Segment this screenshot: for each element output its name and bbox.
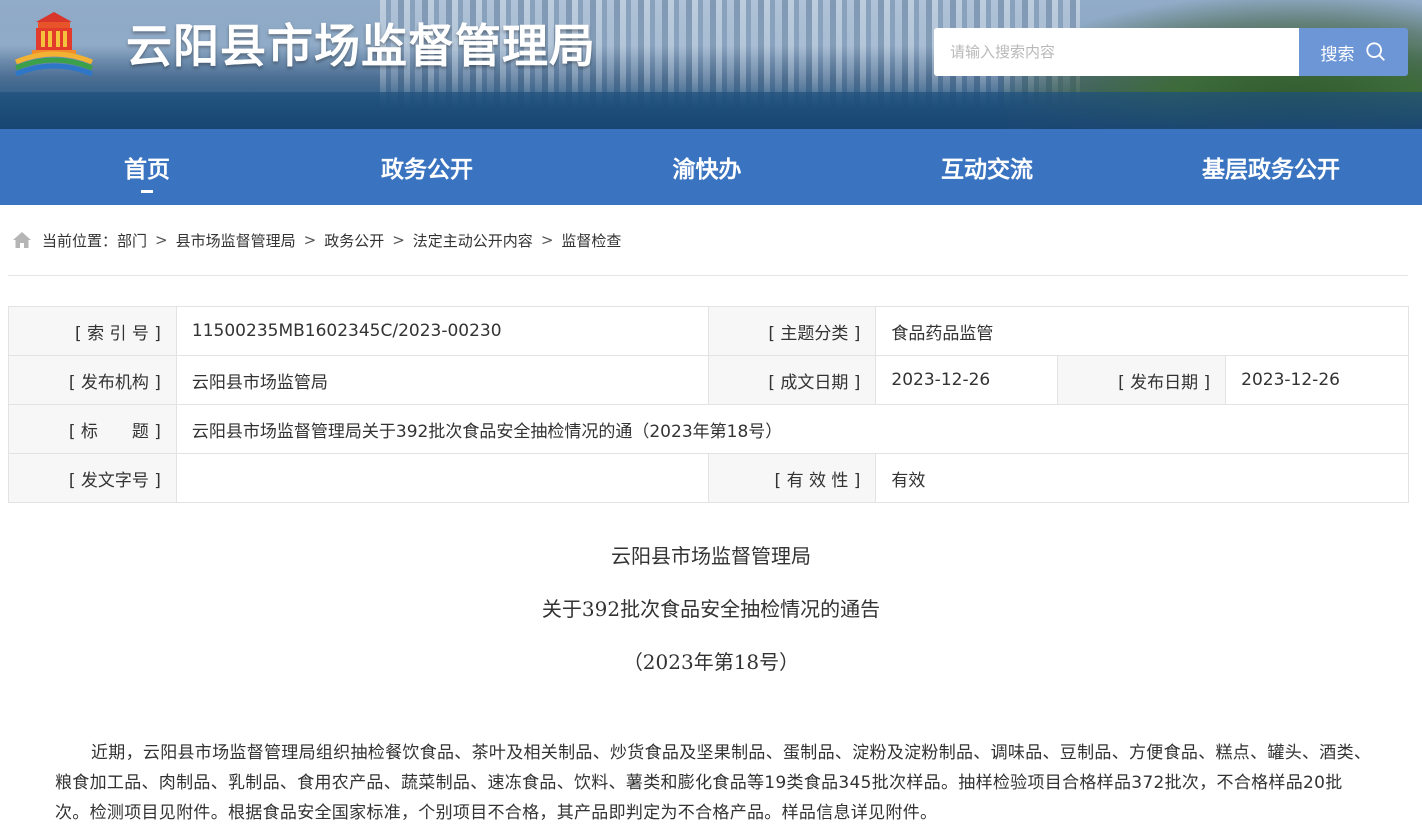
index-number-label: [ 索 引 号 ] — [8, 306, 177, 356]
breadcrumb-separator: > — [155, 231, 168, 249]
article-title-line-3: （2023年第18号） — [622, 650, 800, 674]
subject-category-value: 食品药品监管 — [875, 306, 1409, 356]
published-date-label: [ 发布日期 ] — [1057, 355, 1227, 405]
validity-value: 有效 — [875, 453, 1409, 503]
breadcrumb-item-statutory-disclosure[interactable]: 法定主动公开内容 — [413, 230, 533, 251]
table-row: [ 发文字号 ] [ 有 效 性 ] 有效 — [8, 453, 1409, 503]
table-row: [ 索 引 号 ] 11500235MB1602345C/2023-00230 … — [8, 306, 1409, 356]
validity-label: [ 有 效 性 ] — [707, 453, 877, 503]
banner-river-image — [0, 92, 1422, 129]
document-number-value — [175, 453, 709, 503]
title-label: [ 标 题 ] — [8, 404, 177, 454]
search-input[interactable] — [934, 28, 1299, 76]
breadcrumb-divider — [8, 275, 1408, 276]
search-icon — [1365, 42, 1385, 61]
nav-item-government-affairs[interactable]: 政务公开 — [294, 129, 560, 205]
published-date-value: 2023-12-26 — [1225, 355, 1409, 405]
document-info-table: [ 索 引 号 ] 11500235MB1602345C/2023-00230 … — [8, 306, 1410, 503]
nav-item-yukuaiban[interactable]: 渝快办 — [560, 129, 854, 205]
document-number-label: [ 发文字号 ] — [8, 453, 177, 503]
publisher-value: 云阳县市场监管局 — [175, 355, 709, 405]
created-date-label: [ 成文日期 ] — [707, 355, 877, 405]
created-date-value: 2023-12-26 — [875, 355, 1059, 405]
header-banner: 云阳县市场监督管理局 搜索 — [0, 0, 1422, 129]
breadcrumb-separator: > — [392, 231, 405, 249]
main-nav: 首页 政务公开 渝快办 互动交流 基层政务公开 — [0, 129, 1422, 205]
table-row: [ 发布机构 ] 云阳县市场监管局 [ 成文日期 ] 2023-12-26 [ … — [8, 355, 1409, 405]
nav-item-grassroots-affairs[interactable]: 基层政务公开 — [1120, 129, 1422, 205]
breadcrumb-separator: > — [303, 231, 317, 249]
article-paragraph: 近期，云阳县市场监督管理局组织抽检餐饮食品、茶叶及相关制品、炒货食品及坚果制品、… — [55, 743, 1372, 823]
search-button[interactable]: 搜索 — [1299, 28, 1408, 76]
breadcrumb: 当前位置： 部门 > 县市场监督管理局 > 政务公开 > 法定主动公开内容 > … — [12, 228, 621, 252]
search-button-label: 搜索 — [1320, 44, 1355, 65]
search-box — [934, 28, 1299, 76]
breadcrumb-item-department[interactable]: 部门 — [117, 230, 147, 251]
government-emblem-logo[interactable] — [12, 10, 96, 76]
title-value: 云阳县市场监督管理局关于392批次食品安全抽检情况的通（2023年第18号） — [175, 404, 1410, 454]
table-row: [ 标 题 ] 云阳县市场监督管理局关于392批次食品安全抽检情况的通（2023… — [8, 404, 1410, 454]
breadcrumb-prefix: 当前位置： — [42, 231, 118, 250]
nav-item-home[interactable]: 首页 — [0, 129, 294, 205]
home-icon — [13, 232, 31, 248]
article-title-line-2: 关于392批次食品安全抽检情况的通告 — [541, 597, 881, 621]
site-title: 云阳县市场监督管理局 — [126, 19, 596, 73]
breadcrumb-item-government-affairs[interactable]: 政务公开 — [324, 230, 384, 251]
breadcrumb-item-bureau[interactable]: 县市场监督管理局 — [176, 230, 296, 251]
subject-category-label: [ 主题分类 ] — [707, 306, 877, 356]
nav-item-interaction[interactable]: 互动交流 — [854, 129, 1120, 205]
breadcrumb-separator: > — [540, 231, 554, 249]
breadcrumb-item-supervision[interactable]: 监督检查 — [561, 230, 621, 251]
index-number-value: 11500235MB1602345C/2023-00230 — [175, 306, 709, 356]
publisher-label: [ 发布机构 ] — [8, 355, 177, 405]
article-title-line-1: 云阳县市场监督管理局 — [611, 544, 811, 568]
